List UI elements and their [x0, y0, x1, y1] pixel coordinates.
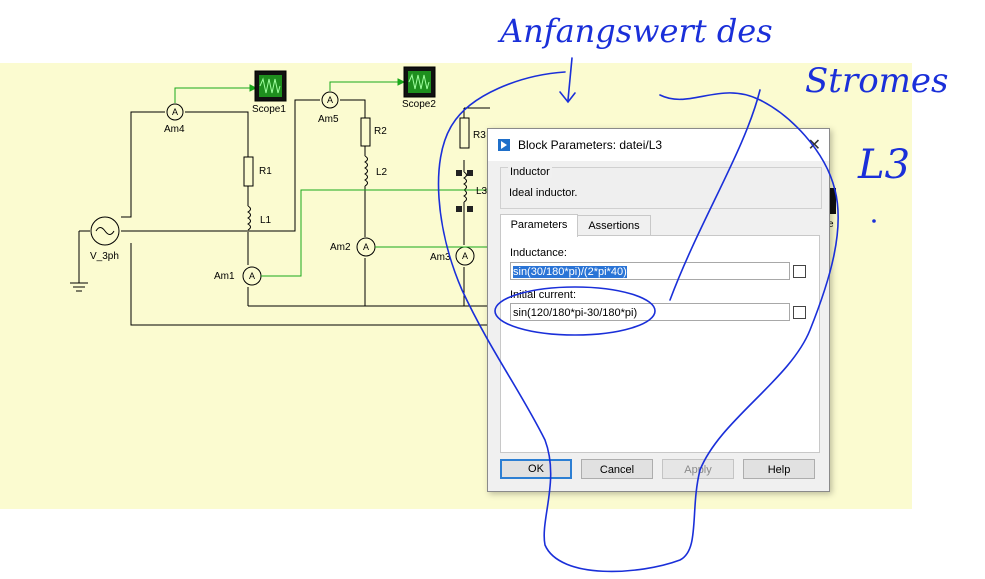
tab-parameters[interactable]: Parameters — [500, 214, 578, 237]
annotation-line3: L3 — [857, 142, 910, 188]
highlight-ellipse — [494, 286, 656, 336]
annotation-line1: Anfangswert des — [497, 12, 773, 50]
annotation-line2: Stromes — [805, 61, 949, 101]
handwritten-annotations: Anfangswert des Stromes L3 — [437, 12, 949, 573]
loop-stroke — [437, 71, 839, 573]
